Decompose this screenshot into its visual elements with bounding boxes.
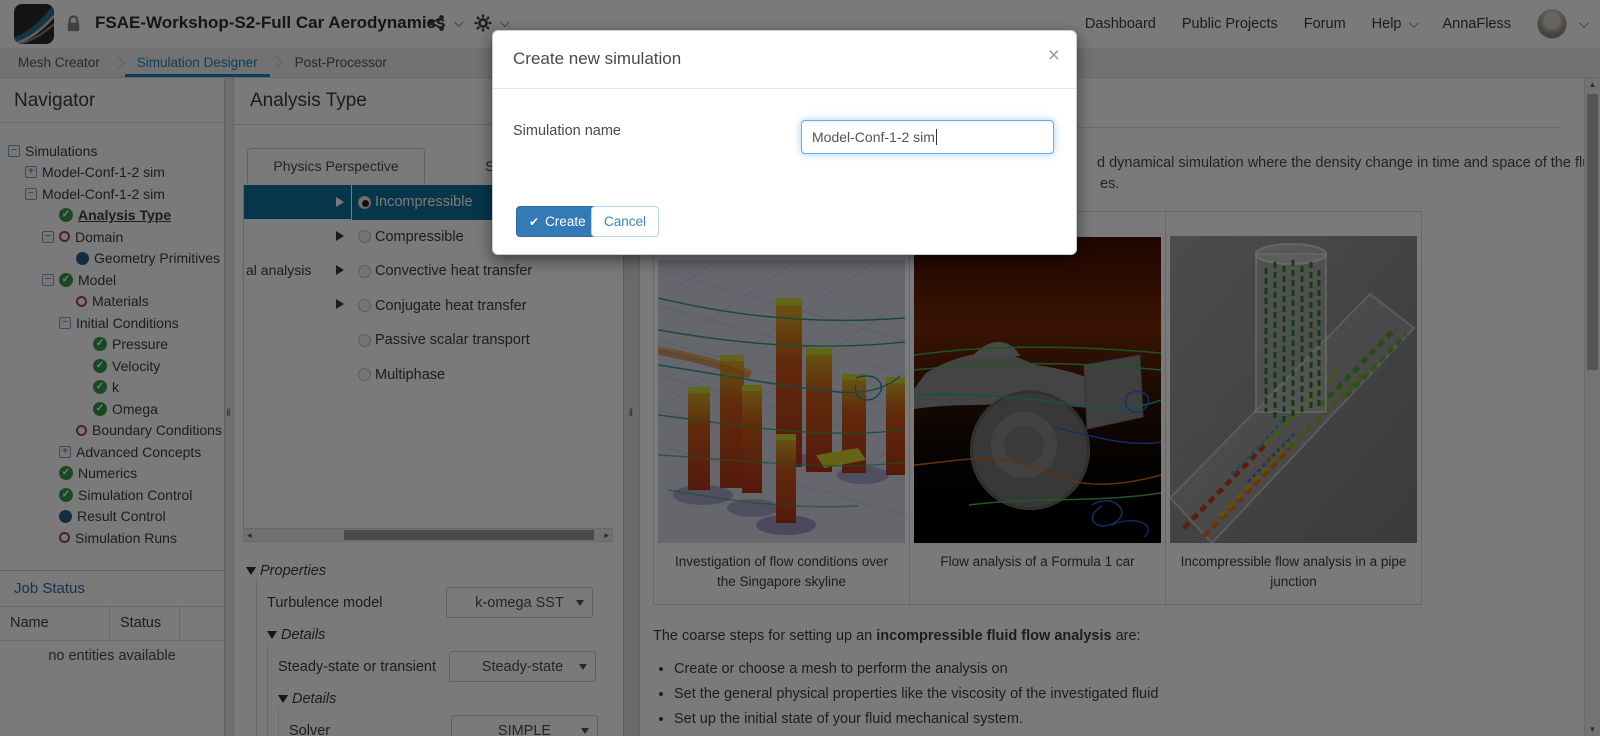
simulation-name-input[interactable]: Model-Conf-1-2 sim [801,120,1054,154]
create-simulation-dialog: Create new simulation × Simulation name … [492,30,1077,255]
create-button[interactable]: ✔ Create [516,206,599,237]
dialog-title: Create new simulation [513,49,682,68]
simulation-name-value: Model-Conf-1-2 sim [812,129,935,145]
simulation-name-label: Simulation name [513,123,621,139]
close-icon[interactable]: × [1048,45,1060,66]
dialog-header: Create new simulation × [493,31,1076,89]
cancel-button[interactable]: Cancel [591,206,660,237]
create-button-label: Create [545,214,586,229]
cancel-button-label: Cancel [604,214,647,229]
check-icon: ✔ [529,214,540,229]
text-caret [935,129,937,145]
